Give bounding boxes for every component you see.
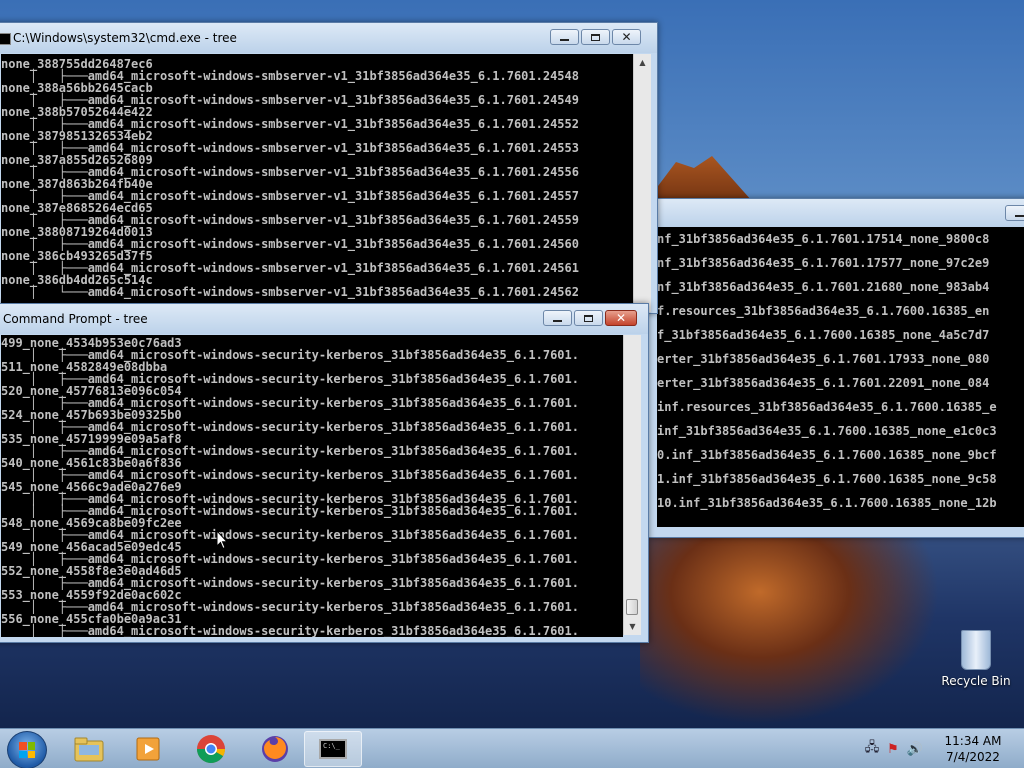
right-window-titlebar[interactable]: [649, 199, 1024, 227]
clock[interactable]: 11:34 AM 7/4/2022: [938, 733, 1008, 765]
console-line: nf_31bf3856ad364e35_6.1.7601.17514_none_…: [657, 232, 990, 246]
start-button[interactable]: [7, 731, 47, 768]
console-line: inf.resources_31bf3856ad364e35_6.1.7600.…: [657, 400, 997, 414]
back-window-title: C:\Windows\system32\cmd.exe - tree: [13, 31, 237, 45]
wallpaper-reflection: [640, 535, 940, 725]
scrollbar-thumb[interactable]: [626, 599, 638, 615]
system-tray: 🖧 ⚑ 🔊: [862, 729, 926, 768]
recycle-bin-icon: [961, 630, 991, 670]
mouse-cursor-icon: [216, 530, 228, 550]
console-line: │ └───amd64_microsoft-windows-smbserver-…: [1, 285, 579, 299]
firefox-icon: [262, 736, 288, 762]
scroll-up-arrow-icon[interactable]: ▲: [634, 54, 651, 71]
chrome-icon: [197, 735, 225, 763]
console-line: inf_31bf3856ad364e35_6.1.7600.16385_none…: [657, 424, 997, 438]
close-icon: ✕: [621, 30, 632, 44]
back-window-titlebar[interactable]: C:\Windows\system32\cmd.exe - tree ✕: [0, 23, 657, 53]
console-line: nf_31bf3856ad364e35_6.1.7601.17577_none_…: [657, 256, 990, 270]
taskbar-cmd-button[interactable]: C:\_: [304, 731, 362, 767]
network-icon[interactable]: 🖧: [862, 738, 882, 760]
back-window-scrollbar[interactable]: ▲: [633, 54, 651, 312]
back-window-close-button[interactable]: ✕: [612, 29, 641, 45]
scroll-down-arrow-icon[interactable]: ▼: [624, 618, 641, 635]
folder-icon: [74, 737, 104, 762]
front-window-close-button[interactable]: ✕: [605, 310, 637, 326]
taskbar-firefox-button[interactable]: [246, 731, 304, 767]
back-window-maximize-button[interactable]: [581, 29, 610, 45]
front-window-minimize-button[interactable]: [543, 310, 572, 326]
console-line: nf_31bf3856ad364e35_6.1.7601.21680_none_…: [657, 280, 990, 294]
front-console-output: 499_none_4534b953e0c76ad3 │ ├───amd64_mi…: [1, 335, 623, 637]
media-player-icon: [136, 737, 160, 761]
front-window-titlebar[interactable]: Command Prompt - tree ✕: [0, 304, 648, 334]
clock-time: 11:34 AM: [944, 734, 1002, 748]
right-console-output: nf_31bf3856ad364e35_6.1.7601.17514_none_…: [657, 227, 1024, 527]
front-window-title: Command Prompt - tree: [3, 312, 148, 326]
back-window-minimize-button[interactable]: [550, 29, 579, 45]
console-line: 1.inf_31bf3856ad364e35_6.1.7600.16385_no…: [657, 472, 997, 486]
console-line: │ ├───amd64_microsoft-windows-security-k…: [1, 624, 579, 637]
taskbar-media-player-button[interactable]: [120, 731, 178, 767]
console-window-right[interactable]: nf_31bf3856ad364e35_6.1.7601.17514_none_…: [648, 198, 1024, 538]
console-line: f_31bf3856ad364e35_6.1.7600.16385_none_4…: [657, 328, 990, 342]
back-console-output: none_388755dd26487ec6 │ ├───amd64_micros…: [1, 54, 633, 316]
recycle-bin[interactable]: Recycle Bin: [940, 630, 1012, 688]
close-icon: ✕: [615, 311, 627, 325]
console-line: erter_31bf3856ad364e35_6.1.7601.22091_no…: [657, 376, 990, 390]
windows-logo-icon: [19, 742, 35, 758]
action-center-icon[interactable]: ⚑: [882, 742, 904, 757]
recycle-bin-label: Recycle Bin: [941, 674, 1011, 688]
console-line: f.resources_31bf3856ad364e35_6.1.7600.16…: [657, 304, 990, 318]
console-line: 0.inf_31bf3856ad364e35_6.1.7600.16385_no…: [657, 448, 997, 462]
front-window-maximize-button[interactable]: [574, 310, 603, 326]
console-line: erter_31bf3856ad364e35_6.1.7601.17933_no…: [657, 352, 990, 366]
cmd-taskbar-icon: C:\_: [319, 739, 347, 759]
console-line: 10.inf_31bf3856ad364e35_6.1.7600.16385_n…: [657, 496, 997, 510]
volume-icon[interactable]: 🔊: [904, 742, 926, 757]
cmd-window-back[interactable]: C:\Windows\system32\cmd.exe - tree ✕ non…: [0, 22, 658, 316]
taskbar-chrome-button[interactable]: [182, 731, 240, 767]
cmd-window-front[interactable]: Command Prompt - tree ✕ 499_none_4534b95…: [0, 303, 649, 643]
clock-date: 7/4/2022: [946, 750, 1000, 764]
taskbar-explorer-button[interactable]: [60, 731, 118, 767]
front-window-scrollbar[interactable]: ▼: [623, 335, 641, 635]
right-window-minimize-button[interactable]: [1005, 205, 1024, 221]
desktop: nf_31bf3856ad364e35_6.1.7601.17514_none_…: [0, 0, 1024, 728]
taskbar: C:\_ 🖧 ⚑ 🔊 11:34 AM 7/4/2022: [0, 728, 1024, 768]
cmd-icon: [0, 33, 11, 45]
